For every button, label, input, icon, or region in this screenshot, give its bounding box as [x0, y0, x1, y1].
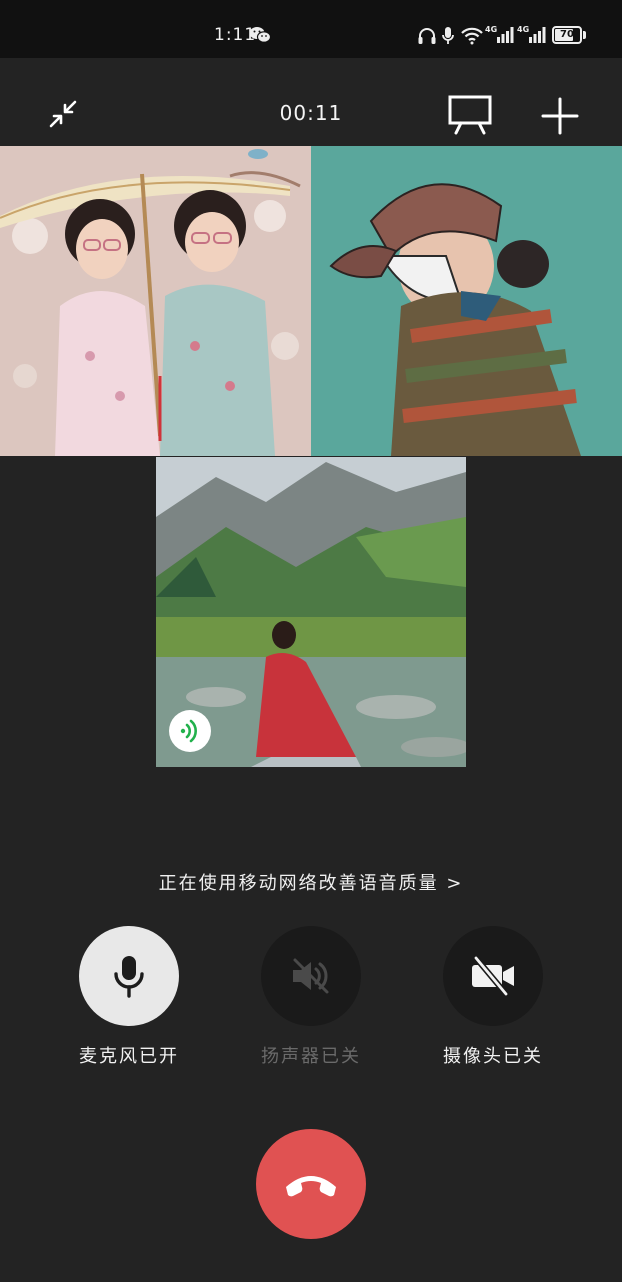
microphone-icon	[114, 956, 144, 998]
microphone-status-icon	[442, 27, 454, 44]
camera-control[interactable]: 摄像头已关	[413, 926, 573, 1068]
signal-label-2: 4G	[517, 25, 529, 34]
status-bar: 1:11 4G 4G 70	[0, 0, 622, 58]
screen-share-icon[interactable]	[447, 95, 493, 135]
hang-up-icon	[286, 1176, 336, 1197]
plus-icon[interactable]	[540, 96, 580, 136]
speaking-icon	[169, 710, 211, 752]
battery-level: 70	[560, 29, 574, 40]
microphone-control[interactable]: 麦克风已开	[49, 926, 209, 1068]
participant-video-1[interactable]	[0, 146, 311, 456]
speaker-control[interactable]: 扬声器已关	[231, 926, 391, 1068]
speaker-label: 扬声器已关	[261, 1046, 361, 1067]
camera-button[interactable]	[443, 926, 543, 1026]
participant-video-2[interactable]	[311, 146, 622, 456]
participant-video-3[interactable]	[156, 457, 466, 767]
speaker-button[interactable]	[261, 926, 361, 1026]
battery-icon: 70	[552, 26, 582, 44]
participant-video-1-image	[0, 146, 311, 456]
wifi-icon	[461, 27, 483, 45]
wechat-icon	[249, 27, 271, 43]
headphones-icon	[418, 28, 436, 44]
call-timer: 00:11	[279, 101, 343, 125]
microphone-label: 麦克风已开	[79, 1046, 179, 1067]
signal-label-1: 4G	[485, 25, 497, 34]
hang-up-button[interactable]	[256, 1129, 366, 1239]
participant-video-2-image	[311, 146, 622, 456]
microphone-button[interactable]	[79, 926, 179, 1026]
signal-icon-2: 4G	[517, 25, 546, 43]
speaker-muted-icon	[293, 958, 329, 994]
camera-label: 摄像头已关	[443, 1046, 543, 1067]
signal-icon-1: 4G	[485, 25, 514, 43]
battery-tip	[583, 31, 586, 39]
network-quality-tip[interactable]: 正在使用移动网络改善语音质量 >	[0, 869, 622, 895]
camera-off-icon	[472, 955, 514, 997]
